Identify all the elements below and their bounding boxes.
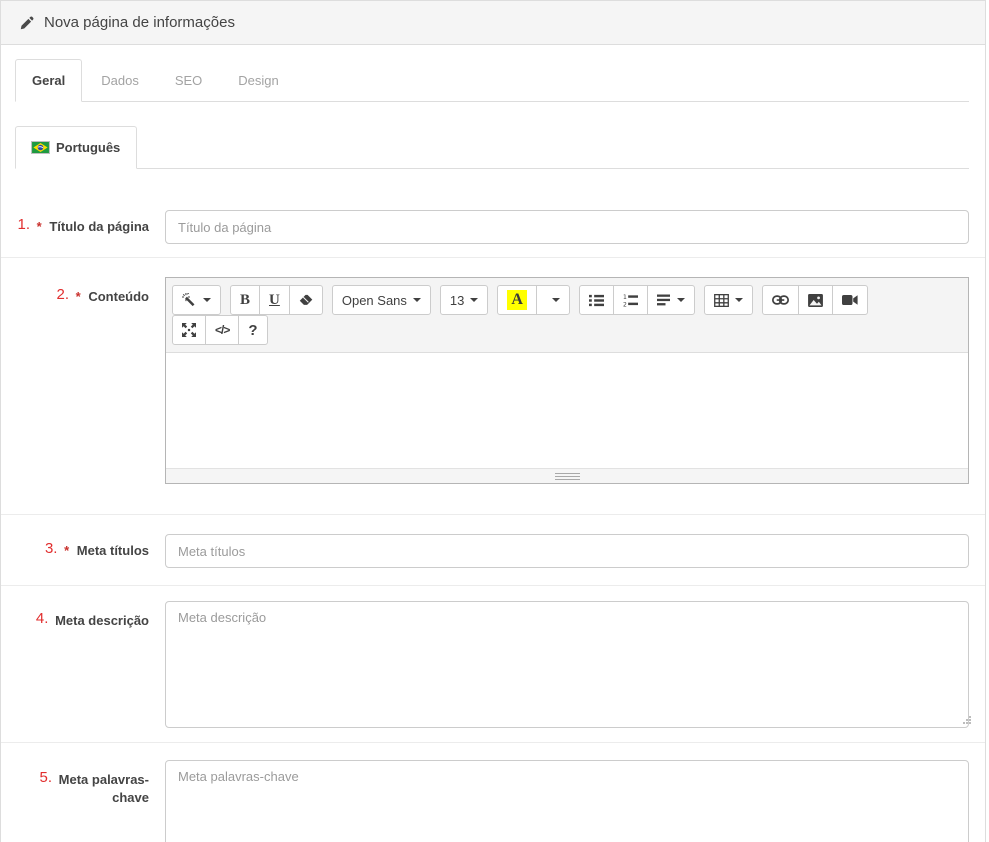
conteudo-label: 2. * Conteúdo [15, 277, 165, 306]
caret-down-icon [470, 298, 478, 302]
eraser-icon [299, 294, 313, 306]
pencil-icon [20, 16, 34, 30]
meta-titulos-label: 3. * Meta títulos [15, 534, 165, 560]
panel-header: Nova página de informações [1, 1, 985, 45]
meta-palavras-textarea[interactable] [165, 760, 969, 842]
picture-button[interactable] [798, 285, 833, 315]
form-row-meta-titulos: 3. * Meta títulos [1, 515, 985, 586]
caret-down-icon [552, 298, 560, 302]
tab-geral[interactable]: Geral [15, 59, 82, 102]
color-highlight-icon: A [507, 290, 527, 310]
form-row-titulo: 1. * Título da página [1, 169, 985, 258]
meta-descricao-label: 4. Meta descrição [15, 601, 165, 630]
tab-seo[interactable]: SEO [158, 59, 219, 102]
video-button[interactable] [832, 285, 868, 315]
textarea-resize-grip-icon[interactable] [963, 722, 965, 724]
unordered-list-icon [589, 294, 604, 307]
annotation-number-3: 3. [45, 540, 58, 557]
bold-button[interactable]: B [230, 285, 260, 315]
required-marker: * [37, 219, 42, 234]
help-icon: ? [248, 322, 257, 339]
picture-icon [808, 294, 823, 307]
underline-button[interactable]: U [259, 285, 290, 315]
resize-grip-icon [555, 473, 580, 480]
ordered-list-icon: 1 2 [623, 294, 638, 307]
fullscreen-button[interactable] [172, 315, 206, 345]
annotation-number-4: 4. [36, 610, 49, 627]
font-size-dropdown[interactable]: 13 [440, 285, 488, 315]
meta-palavras-label: 5. Meta palavras-chave [15, 760, 165, 807]
text-color-button[interactable]: A [497, 285, 537, 315]
required-marker: * [64, 543, 69, 558]
font-family-dropdown[interactable]: Open Sans [332, 285, 431, 315]
editor-resize-handle[interactable] [166, 468, 968, 483]
caret-down-icon [735, 298, 743, 302]
required-marker: * [76, 289, 81, 304]
link-icon [772, 295, 789, 305]
editor-toolbar: B U [166, 278, 968, 353]
edit-information-panel: Nova página de informações Geral Dados S… [0, 0, 986, 842]
titulo-label: 1. * Título da página [15, 210, 165, 236]
unordered-list-button[interactable] [579, 285, 614, 315]
titulo-input[interactable] [165, 210, 969, 244]
svg-text:2: 2 [623, 301, 627, 306]
fullscreen-arrows-icon [182, 323, 196, 337]
ordered-list-button[interactable]: 1 2 [613, 285, 648, 315]
video-icon [842, 294, 858, 306]
annotation-number-1: 1. [18, 216, 31, 233]
meta-titulos-input[interactable] [165, 534, 969, 568]
code-view-button[interactable]: </> [205, 315, 239, 345]
annotation-number-5: 5. [40, 769, 53, 786]
richtext-editor: B U [165, 277, 969, 484]
tab-design[interactable]: Design [221, 59, 295, 102]
style-dropdown-button[interactable] [172, 285, 221, 315]
link-button[interactable] [762, 285, 799, 315]
language-tab-label: Português [56, 138, 120, 157]
table-dropdown[interactable] [704, 285, 753, 315]
tab-dados[interactable]: Dados [84, 59, 156, 102]
form-row-meta-palavras: 5. Meta palavras-chave [1, 743, 985, 842]
magic-wand-icon [182, 293, 197, 308]
form-row-conteudo: 2. * Conteúdo [1, 258, 985, 515]
brazil-flag-icon [32, 142, 49, 153]
text-color-caret-button[interactable] [536, 285, 570, 315]
paragraph-align-dropdown[interactable] [647, 285, 695, 315]
annotation-number-2: 2. [57, 286, 70, 303]
code-view-icon: </> [215, 323, 229, 337]
tab-portugues[interactable]: Português [15, 126, 137, 169]
svg-text:1: 1 [623, 294, 627, 301]
help-button[interactable]: ? [238, 315, 267, 345]
clear-format-button[interactable] [289, 285, 323, 315]
main-tab-bar: Geral Dados SEO Design [15, 59, 969, 102]
form-row-meta-descricao: 4. Meta descrição [1, 586, 985, 743]
caret-down-icon [413, 298, 421, 302]
caret-down-icon [677, 298, 685, 302]
paragraph-align-icon [657, 294, 671, 306]
table-icon [714, 294, 729, 307]
meta-descricao-textarea[interactable] [165, 601, 969, 728]
language-tab-bar: Português [15, 126, 969, 169]
editor-content-area[interactable] [166, 353, 968, 468]
caret-down-icon [203, 298, 211, 302]
page-title: Nova página de informações [44, 14, 235, 31]
